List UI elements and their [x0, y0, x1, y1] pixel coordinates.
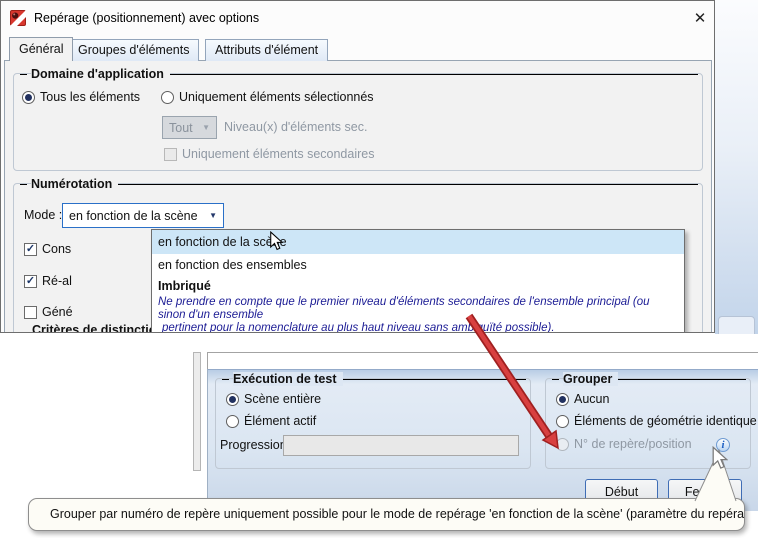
background-window-strip	[715, 0, 758, 334]
groupbox-dash	[222, 378, 229, 380]
chevron-down-icon: ▼	[202, 123, 210, 132]
combo-value: Tout	[169, 120, 193, 135]
groupbox-execution-test: Exécution de test Scène entière Élément …	[215, 372, 531, 469]
groupbox-dash	[552, 378, 559, 380]
niveau-combobox: Tout ▼	[162, 116, 217, 139]
mode-label: Mode :	[24, 208, 63, 222]
progression-field	[283, 435, 519, 456]
close-icon[interactable]: ✕	[687, 6, 713, 32]
groupbox-grouper: Grouper Aucun Éléments de géométrie iden…	[545, 372, 757, 469]
groupbox-domaine-application: Domaine d'application Tous les éléments …	[13, 67, 703, 171]
radio-aucun[interactable]	[556, 392, 569, 406]
note-line-1: Ne prendre en compte que le premier nive…	[158, 296, 650, 321]
radio-element-actif[interactable]	[226, 414, 239, 428]
radio-label: Aucun	[574, 392, 610, 406]
app-icon	[10, 10, 26, 26]
info-icon[interactable]: i	[716, 438, 730, 452]
groupbox-title: Exécution de test	[233, 372, 343, 386]
chevron-down-icon: ▼	[209, 211, 217, 220]
combo-value: en fonction de la scène	[69, 208, 198, 223]
radio-label: N° de repère/position	[574, 437, 692, 451]
note-line-2: pertinent pour la nomenclature au plus h…	[162, 322, 555, 333]
tab-attributs-element[interactable]: Attributs d'élément	[205, 39, 329, 61]
radio-geometrie-identique[interactable]	[556, 414, 569, 428]
groupbox-rule	[342, 378, 526, 380]
groupbox-title: Domaine d'application	[31, 67, 170, 81]
mode-dropdown-list: en fonction de la scène en fonction des …	[151, 229, 685, 333]
mode-combobox[interactable]: en fonction de la scène ▼	[62, 203, 224, 228]
background-scrollbar-sliver	[193, 352, 201, 471]
checkbox-label: Uniquement éléments secondaires	[182, 147, 375, 161]
dropdown-item-scene[interactable]: en fonction de la scène	[152, 230, 684, 254]
radio-label: Scène entière	[244, 392, 322, 406]
niveau-label: Niveau(x) d'éléments sec.	[224, 120, 368, 134]
tab-groupes-elements[interactable]: Groupes d'éléments	[68, 39, 200, 61]
groupbox-dash	[20, 183, 27, 185]
checkbox-re-allouer[interactable]	[24, 274, 37, 288]
radio-label: Tous les éléments	[40, 90, 141, 104]
dropdown-item-ensembles[interactable]: en fonction des ensembles	[152, 254, 684, 277]
checkbox-label: Cons	[42, 242, 72, 256]
window-title: Repérage (positionnement) avec options	[34, 11, 260, 25]
groupbox-title: Grouper	[563, 372, 619, 386]
radio-label: Élément actif	[244, 414, 317, 428]
checkbox-generer[interactable]	[24, 305, 37, 319]
groupbox-rule	[169, 73, 698, 75]
dropdown-item-imbrique[interactable]: Imbriqué	[152, 277, 684, 296]
test-dialog-upper-edge	[207, 352, 758, 369]
radio-numero-repere	[556, 437, 569, 451]
progression-label: Progression:	[220, 438, 291, 452]
radio-label: Uniquement éléments sélectionnés	[179, 90, 374, 104]
background-window-groupbox-corner	[718, 316, 755, 334]
checkbox-conserver[interactable]	[24, 242, 37, 256]
tab-general[interactable]: Général	[9, 37, 74, 61]
radio-uniquement-selectionnes[interactable]	[161, 90, 174, 104]
checkbox-label: Ré-al	[42, 274, 72, 288]
checkbox-label: Géné	[42, 305, 73, 319]
radio-tous-les-elements[interactable]	[22, 90, 35, 104]
groupbox-rule	[118, 183, 698, 185]
radio-scene-entiere[interactable]	[226, 392, 239, 406]
reperage-options-dialog: Repérage (positionnement) avec options ✕…	[0, 0, 715, 333]
test-dialog-panel: Exécution de test Scène entière Élément …	[207, 369, 758, 511]
groupbox-rule	[618, 378, 746, 380]
titlebar[interactable]: Repérage (positionnement) avec options ✕	[1, 1, 714, 37]
dropdown-note: Ne prendre en compte que le premier nive…	[152, 296, 684, 333]
screenshot-page: Repérage (positionnement) avec options ✕…	[0, 0, 758, 538]
tooltip: Grouper par numéro de repère uniquement …	[28, 498, 745, 531]
radio-label: Éléments de géométrie identique	[574, 414, 757, 428]
groupbox-dash	[20, 73, 27, 75]
groupbox-title: Numérotation	[31, 177, 119, 191]
checkbox-elements-secondaires	[164, 147, 177, 161]
